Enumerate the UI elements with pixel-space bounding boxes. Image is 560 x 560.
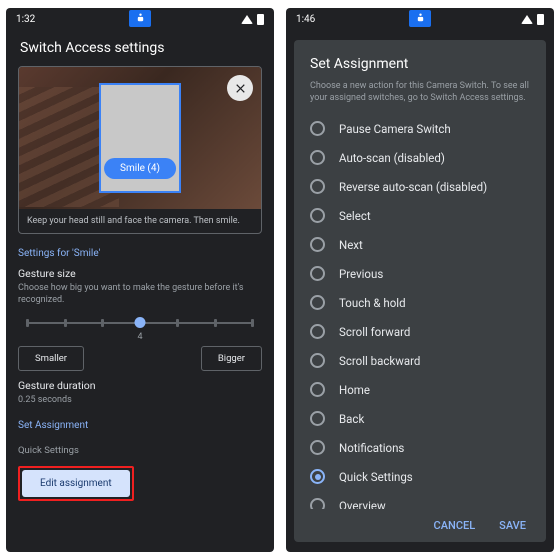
- phone-left: 1:32 Switch Access settings Smile (4) Ke…: [6, 8, 274, 552]
- gesture-duration-value: 0.25 seconds: [18, 394, 262, 406]
- edit-assignment-button[interactable]: Edit assignment: [22, 470, 130, 497]
- option-label: Scroll forward: [339, 325, 410, 339]
- status-bar: 1:32: [6, 8, 274, 30]
- smaller-button[interactable]: Smaller: [18, 346, 84, 371]
- option-scroll-backward[interactable]: Scroll backward: [306, 346, 534, 375]
- radio-icon: [310, 150, 325, 165]
- radio-icon: [310, 266, 325, 281]
- radio-icon: [310, 382, 325, 397]
- option-notifications[interactable]: Notifications: [306, 433, 534, 462]
- battery-icon: [537, 14, 544, 25]
- phone-right: 1:46 Set Assignment Choose a new action …: [286, 8, 554, 552]
- set-assignment-link[interactable]: Set Assignment: [18, 420, 262, 431]
- preview-instruction: Keep your head still and face the camera…: [19, 209, 261, 233]
- gesture-duration-label: Gesture duration: [18, 379, 262, 392]
- option-label: Select: [339, 209, 371, 223]
- radio-icon: [310, 411, 325, 426]
- option-label: Pause Camera Switch: [339, 122, 451, 136]
- accessibility-icon: [129, 10, 151, 27]
- gesture-size-slider[interactable]: 4 Smaller Bigger: [18, 316, 262, 371]
- battery-icon: [257, 14, 264, 25]
- cancel-button[interactable]: CANCEL: [434, 519, 476, 532]
- camera-preview-card: Smile (4) Keep your head still and face …: [18, 66, 262, 234]
- page-title: Switch Access settings: [6, 30, 274, 66]
- option-label: Auto-scan (disabled): [339, 151, 445, 165]
- option-label: Scroll backward: [339, 354, 420, 368]
- status-time: 1:46: [296, 14, 315, 25]
- accessibility-icon: [409, 10, 431, 27]
- set-assignment-dialog: Set Assignment Choose a new action for t…: [294, 40, 546, 542]
- radio-icon: [310, 469, 325, 484]
- option-label: Previous: [339, 267, 383, 281]
- option-quick-settings[interactable]: Quick Settings: [306, 462, 534, 491]
- option-back[interactable]: Back: [306, 404, 534, 433]
- radio-icon: [310, 324, 325, 339]
- dialog-subtitle: Choose a new action for this Camera Swit…: [294, 76, 546, 112]
- option-label: Reverse auto-scan (disabled): [339, 180, 487, 194]
- option-label: Home: [339, 383, 370, 397]
- option-home[interactable]: Home: [306, 375, 534, 404]
- option-next[interactable]: Next: [306, 230, 534, 259]
- radio-icon: [310, 121, 325, 136]
- save-button[interactable]: SAVE: [499, 519, 526, 532]
- option-select[interactable]: Select: [306, 201, 534, 230]
- wifi-icon: [521, 15, 533, 24]
- radio-icon: [310, 353, 325, 368]
- option-reverse-auto-scan-disabled-[interactable]: Reverse auto-scan (disabled): [306, 172, 534, 201]
- option-scroll-forward[interactable]: Scroll forward: [306, 317, 534, 346]
- slider-value: 4: [18, 332, 262, 342]
- radio-icon: [310, 237, 325, 252]
- option-label: Quick Settings: [339, 470, 413, 484]
- option-pause-camera-switch[interactable]: Pause Camera Switch: [306, 114, 534, 143]
- quick-settings-subhead: Quick Settings: [18, 445, 262, 456]
- slider-thumb[interactable]: [135, 317, 146, 328]
- wifi-icon: [241, 15, 253, 24]
- edit-assignment-highlight: Edit assignment: [18, 466, 134, 501]
- option-touch-hold[interactable]: Touch & hold: [306, 288, 534, 317]
- radio-icon: [310, 295, 325, 310]
- status-time: 1:32: [16, 14, 35, 25]
- close-preview-button[interactable]: [227, 75, 253, 101]
- radio-icon: [310, 498, 325, 509]
- radio-icon: [310, 440, 325, 455]
- section-smile-settings: Settings for 'Smile': [18, 248, 262, 259]
- option-label: Notifications: [339, 441, 404, 455]
- option-auto-scan-disabled-[interactable]: Auto-scan (disabled): [306, 143, 534, 172]
- status-bar: 1:46: [286, 8, 554, 30]
- gesture-size-desc: Choose how big you want to make the gest…: [18, 282, 262, 306]
- options-list: Pause Camera Switch Auto-scan (disabled) R…: [294, 112, 546, 509]
- option-label: Overview: [339, 499, 386, 509]
- option-label: Next: [339, 238, 363, 252]
- option-overview[interactable]: Overview: [306, 491, 534, 509]
- option-previous[interactable]: Previous: [306, 259, 534, 288]
- radio-icon: [310, 179, 325, 194]
- option-label: Back: [339, 412, 364, 426]
- bigger-button[interactable]: Bigger: [201, 346, 262, 371]
- radio-icon: [310, 208, 325, 223]
- dialog-title: Set Assignment: [294, 40, 546, 76]
- option-label: Touch & hold: [339, 296, 406, 310]
- gesture-pill: Smile (4): [104, 158, 176, 179]
- camera-preview: Smile (4): [19, 67, 261, 209]
- gesture-size-label: Gesture size: [18, 267, 262, 280]
